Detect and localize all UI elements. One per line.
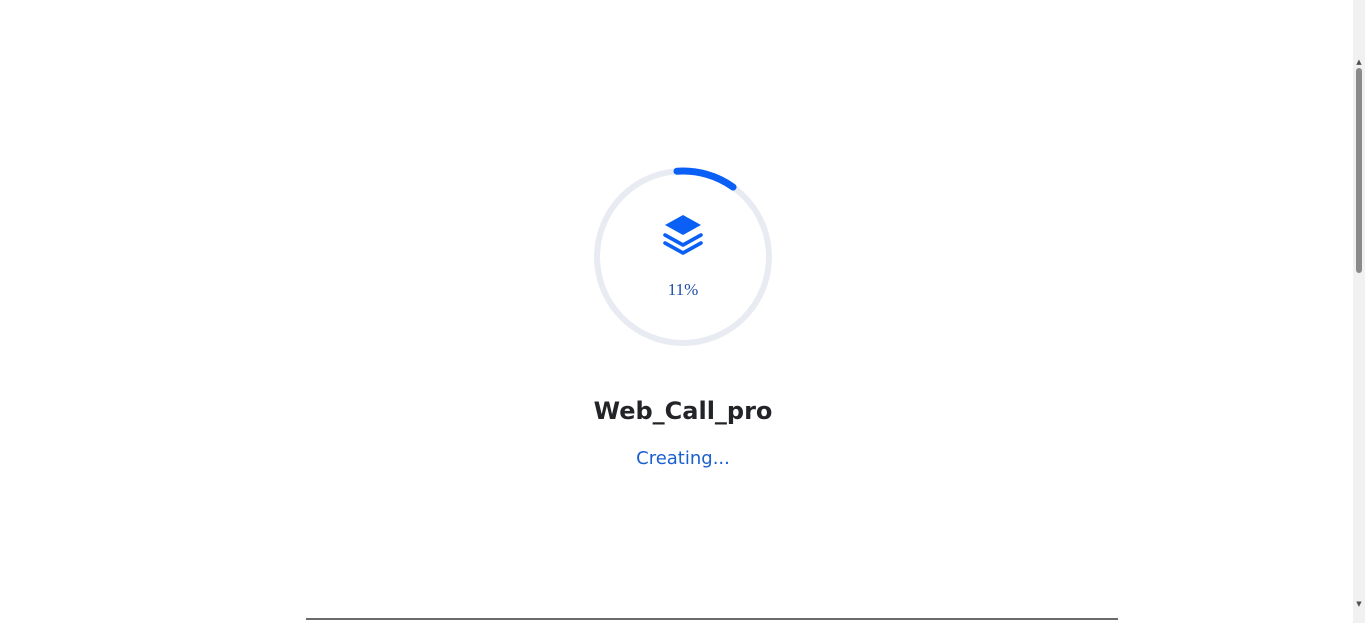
progress-ring	[594, 167, 772, 346]
triangle-down-icon: ▼	[1356, 600, 1362, 608]
vertical-scrollbar[interactable]: ▲ ▼	[1353, 0, 1365, 623]
progress-percent: 11%	[667, 280, 699, 299]
progress-ring-track	[594, 168, 772, 346]
scroll-down-button[interactable]: ▼	[1353, 598, 1365, 610]
creation-progress-page: 11% Web_Call_pro Creating...	[0, 0, 1353, 623]
bottom-divider	[306, 618, 1118, 620]
scrollbar-thumb[interactable]	[1356, 68, 1362, 273]
creation-status: Creating...	[636, 448, 730, 469]
layers-icon	[663, 215, 703, 255]
progress-ring-arc	[673, 167, 737, 191]
project-name: Web_Call_pro	[593, 397, 773, 425]
layers-icon-middle	[663, 233, 703, 247]
scroll-up-button[interactable]: ▲	[1353, 56, 1365, 68]
progress-loader: 11%	[592, 166, 774, 348]
layers-icon-top	[665, 215, 701, 235]
triangle-up-icon: ▲	[1356, 58, 1362, 66]
